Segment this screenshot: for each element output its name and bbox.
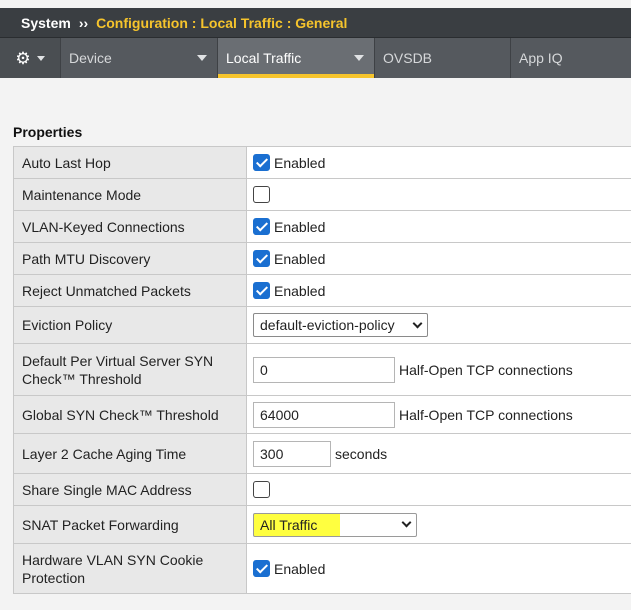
row-label: Auto Last Hop xyxy=(13,146,247,179)
row-label: Share Single MAC Address xyxy=(13,473,247,506)
checkbox-label: Enabled xyxy=(274,154,326,171)
tab-label: Device xyxy=(69,50,112,66)
checkbox-label: Enabled xyxy=(274,560,326,577)
properties-table: Auto Last Hop Enabled Maintenance Mode V… xyxy=(13,146,631,594)
reject-unmatched-checkbox[interactable] xyxy=(253,282,270,300)
row-label: Global SYN Check™ Threshold xyxy=(13,395,247,434)
chevron-down-icon xyxy=(197,55,207,61)
checkbox-label: Enabled xyxy=(274,218,326,235)
unit-label: Half-Open TCP connections xyxy=(399,361,573,378)
tab-bar: ⚙ Device Local Traffic OVSDB App IQ xyxy=(0,38,631,78)
tab-label: OVSDB xyxy=(383,50,433,66)
l2-cache-aging-input[interactable]: 300 xyxy=(253,440,331,467)
unit-label: Half-Open TCP connections xyxy=(399,406,573,423)
tab-device[interactable]: Device xyxy=(61,38,218,78)
row-hw-vlan-syn-cookie: Hardware VLAN SYN Cookie Protection Enab… xyxy=(13,543,631,594)
row-label: Path MTU Discovery xyxy=(13,242,247,275)
share-mac-checkbox[interactable] xyxy=(253,481,270,499)
row-eviction-policy: Eviction Policy default-eviction-policy xyxy=(13,306,631,344)
top-header: System ›› Configuration : Local Traffic … xyxy=(0,8,631,38)
vlan-keyed-checkbox[interactable] xyxy=(253,218,270,236)
row-vlan-keyed: VLAN-Keyed Connections Enabled xyxy=(13,210,631,243)
row-label: Hardware VLAN SYN Cookie Protection xyxy=(13,543,247,594)
row-default-syn-threshold: Default Per Virtual Server SYN Check™ Th… xyxy=(13,343,631,396)
row-label: SNAT Packet Forwarding xyxy=(13,505,247,544)
tab-app-iq[interactable]: App IQ xyxy=(511,38,631,78)
row-maintenance-mode: Maintenance Mode xyxy=(13,178,631,211)
tab-label: Local Traffic xyxy=(226,50,302,66)
default-syn-threshold-input[interactable]: 0 xyxy=(253,356,395,383)
hw-vlan-syn-cookie-checkbox[interactable] xyxy=(253,560,270,578)
checkbox-label: Enabled xyxy=(274,282,326,299)
row-share-mac: Share Single MAC Address xyxy=(13,473,631,506)
row-label: VLAN-Keyed Connections xyxy=(13,210,247,243)
system-link[interactable]: System xyxy=(21,15,71,31)
auto-last-hop-checkbox[interactable] xyxy=(253,154,270,172)
tab-label: App IQ xyxy=(519,50,563,66)
select-value: All Traffic xyxy=(260,516,318,533)
row-snat-forwarding: SNAT Packet Forwarding All Traffic xyxy=(13,505,631,544)
breadcrumb: Configuration : Local Traffic : General xyxy=(96,14,348,31)
row-l2-cache-aging: Layer 2 Cache Aging Time 300 seconds xyxy=(13,433,631,474)
eviction-policy-select[interactable]: default-eviction-policy xyxy=(253,313,428,337)
chevron-down-icon xyxy=(401,517,412,528)
chevron-down-icon xyxy=(36,55,45,61)
row-label: Maintenance Mode xyxy=(13,178,247,211)
chevron-down-icon xyxy=(412,318,423,328)
global-syn-threshold-input[interactable]: 64000 xyxy=(253,401,395,428)
row-auto-last-hop: Auto Last Hop Enabled xyxy=(13,146,631,179)
breadcrumb-separator: ›› xyxy=(78,14,89,31)
row-global-syn-threshold: Global SYN Check™ Threshold 64000 Half-Op… xyxy=(13,395,631,434)
gear-icon: ⚙ xyxy=(15,48,31,68)
row-label: Layer 2 Cache Aging Time xyxy=(13,433,247,474)
checkbox-label: Enabled xyxy=(274,250,326,267)
tab-gear-menu[interactable]: ⚙ xyxy=(0,38,61,78)
maintenance-mode-checkbox[interactable] xyxy=(253,186,270,204)
row-label: Eviction Policy xyxy=(13,306,247,344)
row-label: Reject Unmatched Packets xyxy=(13,274,247,307)
chevron-down-icon xyxy=(354,55,364,61)
tab-local-traffic[interactable]: Local Traffic xyxy=(218,38,375,78)
section-title: Properties xyxy=(13,124,83,140)
snat-forwarding-select[interactable]: All Traffic xyxy=(253,512,417,537)
row-label: Default Per Virtual Server SYN Check™ Th… xyxy=(13,343,247,396)
unit-label: seconds xyxy=(335,445,388,462)
row-path-mtu: Path MTU Discovery Enabled xyxy=(13,242,631,275)
row-reject-unmatched: Reject Unmatched Packets Enabled xyxy=(13,274,631,307)
path-mtu-checkbox[interactable] xyxy=(253,250,270,268)
tab-ovsdb[interactable]: OVSDB xyxy=(375,38,511,78)
select-value: default-eviction-policy xyxy=(260,317,395,333)
